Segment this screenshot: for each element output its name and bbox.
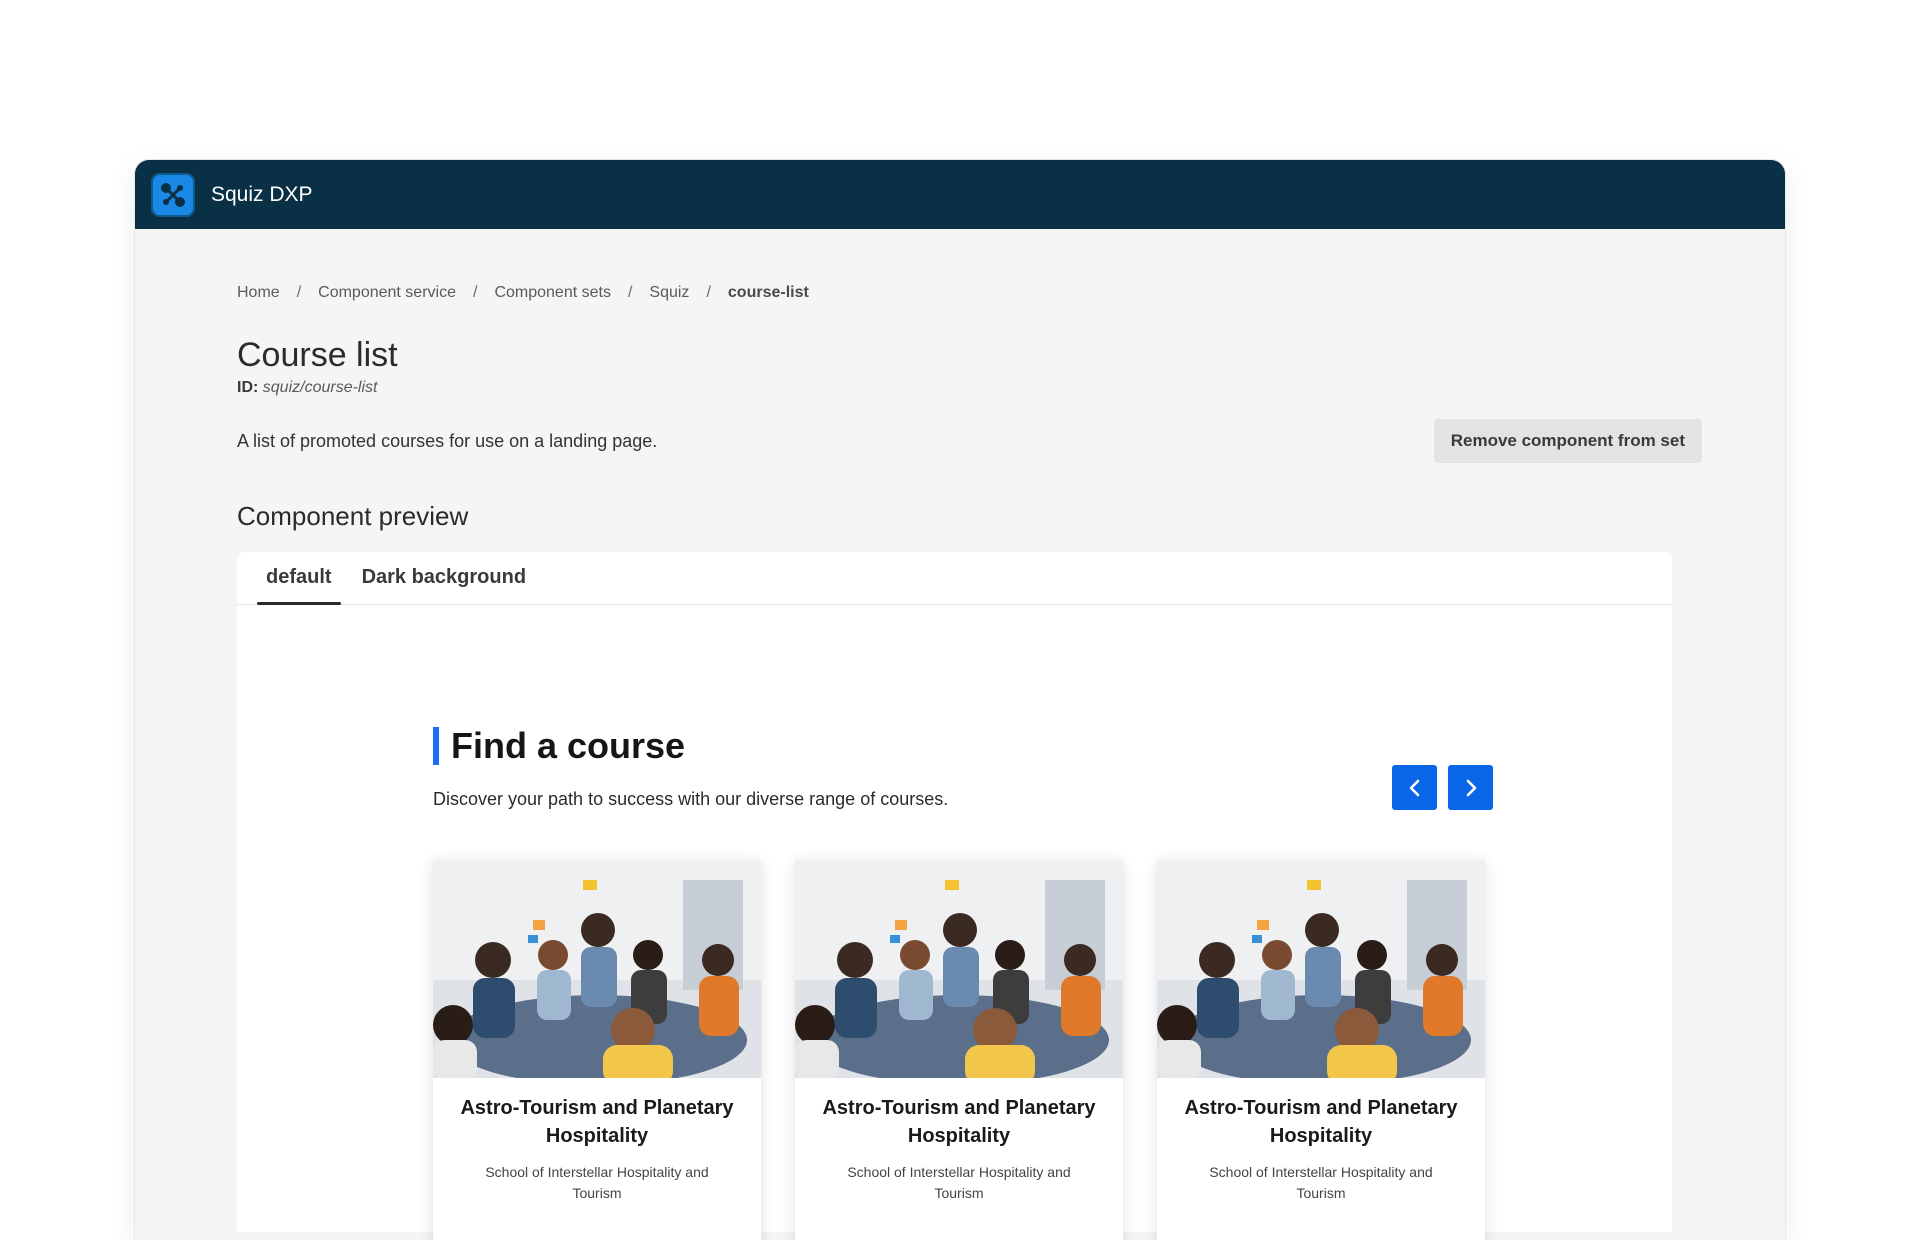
breadcrumb-squiz[interactable]: Squiz bbox=[649, 284, 689, 302]
preview-tabs: default Dark background bbox=[237, 552, 1672, 605]
course-school: School of Interstellar Hospitality and T… bbox=[1209, 1164, 1433, 1201]
breadcrumb-component-service[interactable]: Component service bbox=[318, 284, 456, 302]
course-school: School of Interstellar Hospitality and T… bbox=[847, 1164, 1071, 1201]
widget-header: Find a course Discover your path to succ… bbox=[433, 727, 1493, 810]
breadcrumb-component-sets[interactable]: Component sets bbox=[494, 284, 611, 302]
breadcrumb-home[interactable]: Home bbox=[237, 284, 280, 302]
carousel-next-button[interactable] bbox=[1448, 765, 1493, 810]
course-title: Astro-Tourism and Planetary Hospitality bbox=[460, 1097, 734, 1147]
course-image bbox=[795, 860, 1123, 1078]
course-list-widget: Find a course Discover your path to succ… bbox=[433, 727, 1493, 1240]
tab-dark-background[interactable]: Dark background bbox=[353, 552, 535, 604]
squiz-logo-icon[interactable] bbox=[151, 172, 195, 217]
widget-title: Find a course bbox=[433, 727, 948, 765]
preview-heading: Component preview bbox=[237, 501, 469, 531]
page-title: Course list bbox=[237, 336, 398, 374]
carousel-prev-button[interactable] bbox=[1392, 765, 1437, 810]
breadcrumb-separator: / bbox=[706, 284, 711, 301]
course-title: Astro-Tourism and Planetary Hospitality bbox=[1184, 1097, 1458, 1147]
carousel-nav bbox=[1392, 765, 1493, 810]
main-content: Home / Component service / Component set… bbox=[237, 229, 1785, 1240]
course-title: Astro-Tourism and Planetary Hospitality bbox=[822, 1097, 1096, 1147]
breadcrumb-current: course-list bbox=[727, 284, 809, 301]
widget-subtitle: Discover your path to success with our d… bbox=[433, 789, 949, 809]
description-row: A list of promoted courses for use on a … bbox=[237, 419, 1702, 463]
course-card[interactable]: Astro-Tourism and Planetary Hospitality … bbox=[795, 860, 1123, 1240]
top-bar: Squiz DXP bbox=[135, 160, 1785, 229]
remove-component-button[interactable]: Remove component from set bbox=[1433, 419, 1702, 463]
widget-heading-group: Find a course Discover your path to succ… bbox=[433, 727, 948, 810]
component-description: A list of promoted courses for use on a … bbox=[237, 430, 658, 451]
breadcrumb-separator: / bbox=[472, 284, 478, 301]
component-preview-panel: default Dark background Find a course Di… bbox=[237, 552, 1672, 1240]
course-card[interactable]: Astro-Tourism and Planetary Hospitality … bbox=[433, 860, 761, 1240]
component-id-label: ID: bbox=[237, 379, 259, 396]
app-window: Squiz DXP Home / Component service / Com… bbox=[135, 160, 1785, 1240]
component-id: ID: squiz/course-list bbox=[237, 379, 1785, 397]
course-image bbox=[1157, 860, 1485, 1078]
breadcrumb-separator: / bbox=[296, 284, 302, 301]
course-image bbox=[433, 860, 761, 1078]
course-cards: Astro-Tourism and Planetary Hospitality … bbox=[433, 860, 1493, 1240]
app-title: Squiz DXP bbox=[211, 182, 313, 206]
course-school: School of Interstellar Hospitality and T… bbox=[485, 1164, 709, 1201]
chevron-left-icon bbox=[1409, 779, 1419, 796]
course-card[interactable]: Astro-Tourism and Planetary Hospitality … bbox=[1157, 860, 1485, 1240]
chevron-right-icon bbox=[1466, 779, 1476, 796]
component-id-value: squiz/course-list bbox=[262, 379, 378, 396]
tab-default[interactable]: default bbox=[257, 552, 341, 605]
breadcrumb: Home / Component service / Component set… bbox=[237, 284, 1785, 302]
breadcrumb-separator: / bbox=[627, 284, 633, 301]
